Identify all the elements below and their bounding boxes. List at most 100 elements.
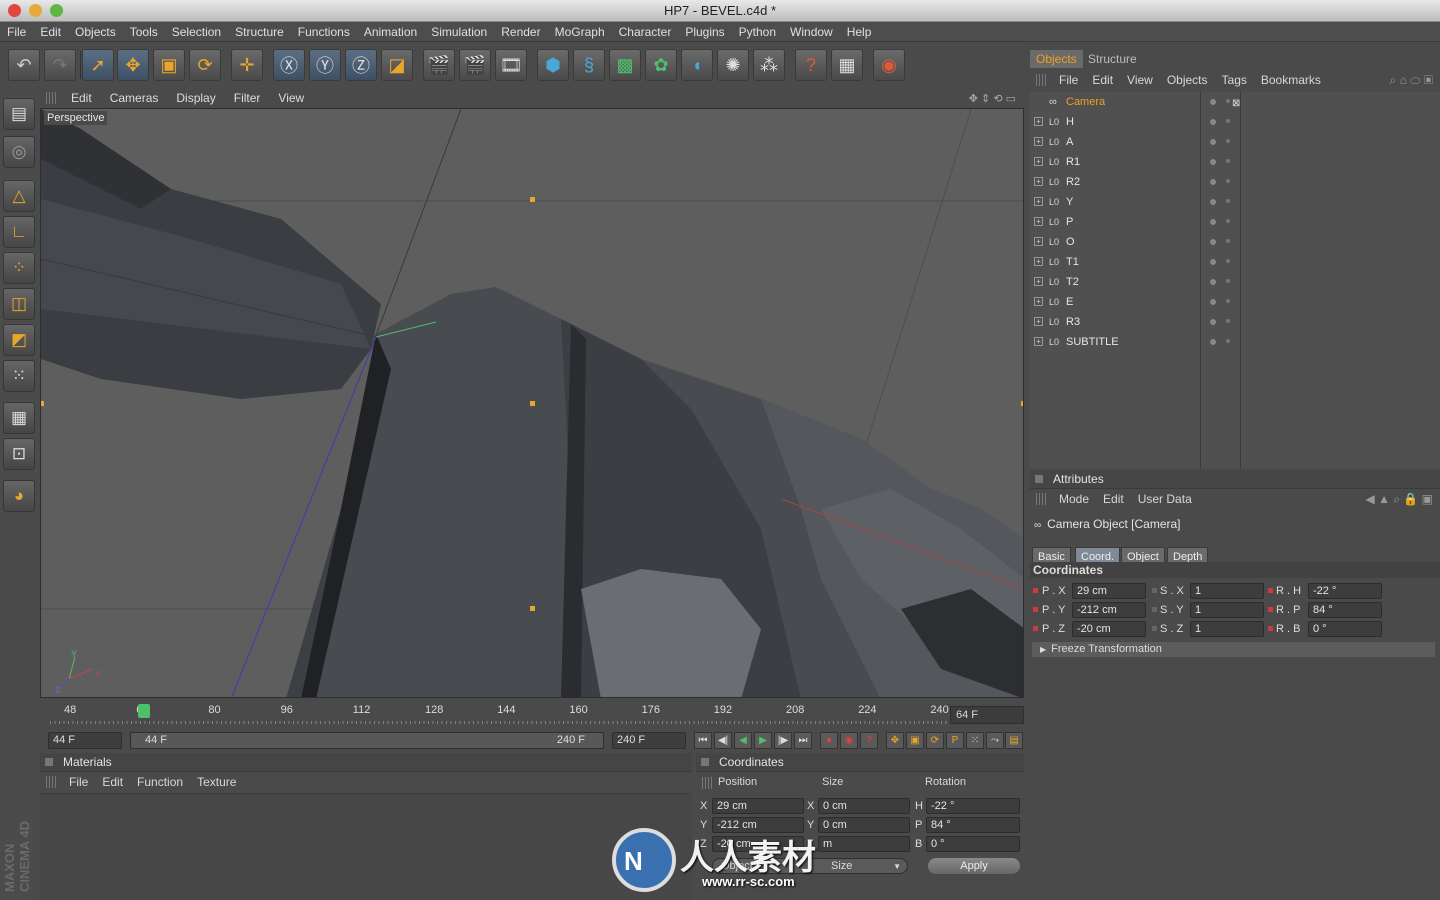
materials-menu-file[interactable]: File bbox=[62, 775, 95, 789]
animated-indicator-icon[interactable] bbox=[1033, 607, 1038, 612]
panel-toggle-icon[interactable] bbox=[1035, 475, 1043, 483]
coord-rotation-field[interactable]: -22 ° bbox=[926, 798, 1020, 814]
viewport-nav-icons[interactable]: ✥ ⇕ ⟲ ▭ bbox=[961, 92, 1024, 105]
menu-functions[interactable]: Functions bbox=[291, 22, 357, 42]
object-row[interactable]: + L0 R1 bbox=[1032, 152, 1438, 172]
timeline-ruler[interactable]: 48648096112128144160176192208224240 bbox=[40, 700, 1024, 728]
menu-help[interactable]: Help bbox=[840, 22, 879, 42]
render-dot-icon[interactable] bbox=[1226, 199, 1230, 203]
expand-icon[interactable]: + bbox=[1034, 257, 1043, 266]
menu-file[interactable]: File bbox=[0, 22, 33, 42]
visibility-dot-icon[interactable] bbox=[1210, 279, 1216, 285]
layout-switch-icon[interactable]: ▤ bbox=[3, 98, 35, 130]
animated-indicator-icon[interactable] bbox=[1268, 607, 1273, 612]
menu-render[interactable]: Render bbox=[494, 22, 547, 42]
animated-indicator-icon[interactable] bbox=[1152, 588, 1157, 593]
tab-objects[interactable]: Objects bbox=[1030, 50, 1083, 68]
visibility-dot-icon[interactable] bbox=[1210, 219, 1216, 225]
attributes-menu-userdata[interactable]: User Data bbox=[1131, 492, 1199, 506]
materials-menu-edit[interactable]: Edit bbox=[95, 775, 130, 789]
redo-icon[interactable]: ↷ bbox=[44, 49, 76, 81]
scene-icon[interactable]: ✺ bbox=[717, 49, 749, 81]
key-scale-icon[interactable]: ▣ bbox=[906, 732, 924, 749]
record-icon[interactable]: ● bbox=[820, 732, 838, 749]
animated-indicator-icon[interactable] bbox=[1033, 626, 1038, 631]
render-dot-icon[interactable] bbox=[1226, 319, 1230, 323]
points-mode-icon[interactable]: ⁘ bbox=[3, 252, 35, 284]
attr-rotation-field[interactable]: 0 ° bbox=[1308, 621, 1382, 637]
visibility-dot-icon[interactable] bbox=[1210, 319, 1216, 325]
coord-rotation-field[interactable]: 0 ° bbox=[926, 836, 1020, 852]
expand-icon[interactable]: + bbox=[1034, 297, 1043, 306]
object-row[interactable]: + L0 SUBTITLE bbox=[1032, 332, 1438, 352]
scale-icon[interactable]: ▣ bbox=[153, 49, 185, 81]
coord-rotation-field[interactable]: 84 ° bbox=[926, 817, 1020, 833]
expand-icon[interactable]: + bbox=[1034, 217, 1043, 226]
interpolation-icon[interactable]: ⤳ bbox=[986, 732, 1004, 749]
visibility-dot-icon[interactable] bbox=[1210, 139, 1216, 145]
visibility-dot-icon[interactable] bbox=[1210, 99, 1216, 105]
prev-frame-icon[interactable]: ◀ bbox=[734, 732, 752, 749]
expand-icon[interactable]: + bbox=[1034, 117, 1043, 126]
apply-button[interactable]: Apply bbox=[928, 858, 1020, 874]
animated-indicator-icon[interactable] bbox=[1268, 588, 1273, 593]
object-row[interactable]: + L0 R3 bbox=[1032, 312, 1438, 332]
viewport-menu-edit[interactable]: Edit bbox=[62, 91, 101, 105]
rotate-icon[interactable]: ⟳ bbox=[189, 49, 221, 81]
attr-scale-field[interactable]: 1 bbox=[1190, 583, 1264, 599]
menu-window[interactable]: Window bbox=[783, 22, 840, 42]
viewport-menu-display[interactable]: Display bbox=[167, 91, 224, 105]
menu-edit[interactable]: Edit bbox=[33, 22, 68, 42]
z-axis-icon[interactable]: Ⓩ bbox=[345, 49, 377, 81]
attr-rotation-field[interactable]: -22 ° bbox=[1308, 583, 1382, 599]
visibility-dot-icon[interactable] bbox=[1210, 299, 1216, 305]
object-row[interactable]: + L0 T1 bbox=[1032, 252, 1438, 272]
attributes-nav-icons[interactable]: ◀ ▲ ⌕ 🔒 ▣ bbox=[1359, 492, 1440, 507]
texture-axis-icon[interactable]: ∟ bbox=[3, 216, 35, 248]
menu-tools[interactable]: Tools bbox=[123, 22, 165, 42]
render-view-icon[interactable]: 🎬 bbox=[423, 49, 455, 81]
key-rotation-icon[interactable]: ⟳ bbox=[926, 732, 944, 749]
coord-size-field[interactable]: 0 cm bbox=[818, 798, 910, 814]
object-row[interactable]: + L0 A bbox=[1032, 132, 1438, 152]
close-icon[interactable] bbox=[8, 4, 21, 17]
cube-icon[interactable]: ⬢ bbox=[537, 49, 569, 81]
prev-key-icon[interactable]: ◀| bbox=[714, 732, 732, 749]
render-picture-viewer-icon[interactable]: 🎬 bbox=[459, 49, 491, 81]
autokey-icon[interactable]: ◉ bbox=[840, 732, 858, 749]
zoom-icon[interactable] bbox=[50, 4, 63, 17]
panel-toggle-icon[interactable] bbox=[45, 758, 53, 766]
help-icon[interactable]: ? bbox=[795, 49, 827, 81]
objects-menu-bookmarks[interactable]: Bookmarks bbox=[1254, 73, 1328, 87]
edges-mode-icon[interactable]: ◫ bbox=[3, 288, 35, 320]
object-row[interactable]: + L0 Y bbox=[1032, 192, 1438, 212]
object-row[interactable]: + L0 T2 bbox=[1032, 272, 1438, 292]
frame-range-slider[interactable]: 44 F 240 F bbox=[130, 732, 604, 749]
materials-area[interactable] bbox=[40, 793, 692, 900]
objects-menu-file[interactable]: File bbox=[1052, 73, 1085, 87]
render-dot-icon[interactable] bbox=[1226, 339, 1230, 343]
attributes-menu-edit[interactable]: Edit bbox=[1096, 492, 1131, 506]
object-row[interactable]: + L0 O bbox=[1032, 232, 1438, 252]
render-dot-icon[interactable] bbox=[1226, 299, 1230, 303]
materials-menu-texture[interactable]: Texture bbox=[190, 775, 243, 789]
live-selection-icon[interactable]: ➚ bbox=[82, 49, 114, 81]
render-dot-icon[interactable] bbox=[1226, 219, 1230, 223]
panel-toggle-icon[interactable] bbox=[701, 758, 709, 766]
key-parameter-icon[interactable]: P bbox=[946, 732, 964, 749]
visibility-dot-icon[interactable] bbox=[1210, 179, 1216, 185]
uv-points-icon[interactable]: ⁙ bbox=[3, 360, 35, 392]
keyframe-selection-icon[interactable]: ? bbox=[860, 732, 878, 749]
layout-icon[interactable]: ◉ bbox=[873, 49, 905, 81]
spline-icon[interactable]: § bbox=[573, 49, 605, 81]
viewport-menu-cameras[interactable]: Cameras bbox=[101, 91, 168, 105]
current-frame-field[interactable]: 64 F bbox=[950, 706, 1024, 724]
subdivision-icon[interactable]: ▩ bbox=[609, 49, 641, 81]
viewport-menu-filter[interactable]: Filter bbox=[225, 91, 270, 105]
objects-menu-edit[interactable]: Edit bbox=[1085, 73, 1120, 87]
menu-animation[interactable]: Animation bbox=[357, 22, 424, 42]
array-icon[interactable]: ✿ bbox=[645, 49, 677, 81]
start-frame-field[interactable]: 44 F bbox=[48, 732, 122, 749]
attr-scale-field[interactable]: 1 bbox=[1190, 621, 1264, 637]
target-tag-icon[interactable]: ⊠ bbox=[1232, 94, 1240, 114]
